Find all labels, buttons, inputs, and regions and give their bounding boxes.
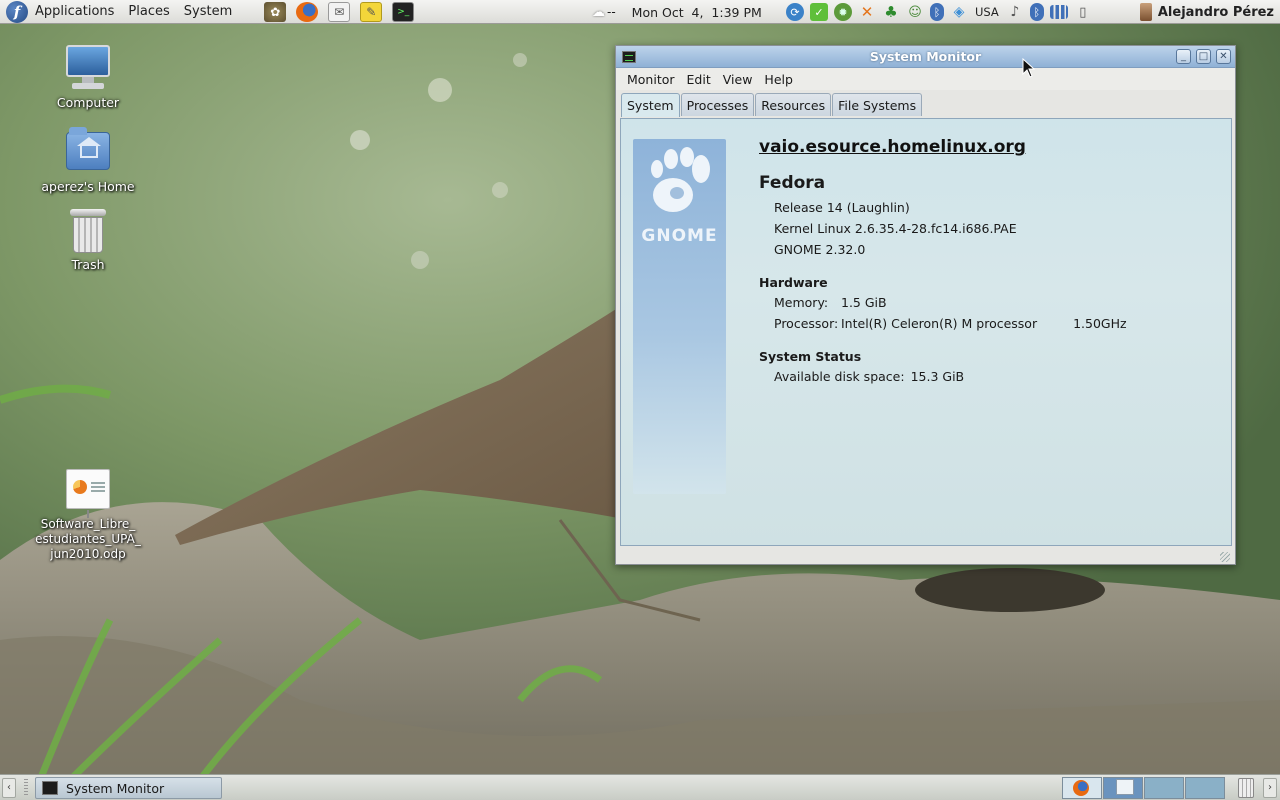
system-tray: ⟳ ✓ ✹ ✕ ♣ ☺ ᛒ ◈ USA ♪ ᛒ ▯ bbox=[783, 0, 1095, 24]
menu-edit[interactable]: Edit bbox=[681, 72, 717, 87]
memory-label: Memory: bbox=[774, 295, 829, 310]
window-title: System Monitor bbox=[869, 49, 982, 64]
desktop-icon-trash[interactable]: Trash bbox=[33, 209, 143, 272]
disk-space-row: Available disk space: 15.3 GiB bbox=[774, 366, 1127, 387]
kernel-info: Kernel Linux 2.6.35.4-28.fc14.i686.PAE bbox=[774, 221, 1017, 236]
disk-space-label: Available disk space: bbox=[774, 369, 905, 384]
weather-text: -- bbox=[607, 5, 616, 19]
window-titlebar[interactable]: System Monitor _ □ ✕ bbox=[616, 46, 1235, 68]
gnome-version: GNOME 2.32.0 bbox=[774, 242, 866, 257]
signal-bars-icon[interactable] bbox=[1049, 5, 1068, 19]
system-monitor-task-icon bbox=[42, 781, 58, 795]
trash-icon bbox=[70, 209, 106, 253]
processor-speed: 1.50GHz bbox=[1073, 316, 1127, 331]
bluetooth-2-icon[interactable]: ᛒ bbox=[1029, 3, 1044, 21]
resize-grip-icon[interactable] bbox=[1220, 552, 1230, 562]
memory-row: Memory: 1.5 GiB bbox=[774, 292, 1127, 313]
workspace-switcher bbox=[1062, 777, 1226, 799]
window-menubar: Monitor Edit View Help bbox=[616, 68, 1235, 90]
presentation-file-icon bbox=[66, 469, 110, 518]
taskbar-button-system-monitor[interactable]: System Monitor bbox=[35, 777, 222, 799]
settings-gear-icon[interactable]: ✹ bbox=[834, 3, 852, 21]
computer-icon bbox=[64, 45, 112, 91]
desktop-icon-label: Trash bbox=[71, 257, 105, 272]
firefox-mini-icon bbox=[1073, 780, 1089, 796]
panel-trash-icon[interactable] bbox=[1238, 778, 1254, 798]
gnome-foot-icon bbox=[651, 147, 710, 212]
fedora-logo-icon[interactable]: f bbox=[6, 0, 28, 23]
menu-help[interactable]: Help bbox=[758, 72, 799, 87]
desktop-icon-presentation[interactable]: Software_Libre_ estudiantes_UPA_ jun2010… bbox=[33, 469, 143, 562]
menu-places[interactable]: Places bbox=[121, 4, 176, 19]
tab-file-systems[interactable]: File Systems bbox=[832, 93, 923, 116]
security-check-icon[interactable]: ✓ bbox=[810, 3, 828, 21]
user-avatar-icon[interactable] bbox=[1139, 3, 1152, 21]
notes-icon[interactable]: ✎ bbox=[360, 1, 383, 22]
bluetooth-icon[interactable]: ᛒ bbox=[930, 3, 944, 21]
dropbox-icon[interactable]: ◈ bbox=[950, 3, 968, 21]
tab-processes[interactable]: Processes bbox=[680, 93, 755, 116]
bottom-panel: ‹ System Monitor › bbox=[0, 774, 1280, 800]
hostname: vaio.esource.homelinux.org bbox=[759, 137, 1026, 157]
tab-bar: System Processes Resources File Systems bbox=[616, 92, 1235, 117]
desktop-icon-label: Software_Libre_ estudiantes_UPA_ jun2010… bbox=[35, 517, 141, 561]
menu-applications[interactable]: Applications bbox=[28, 4, 121, 19]
tree-icon[interactable]: ♣ bbox=[882, 3, 900, 21]
desktop-icon-label: aperez's Home bbox=[41, 179, 135, 194]
processor-value: Intel(R) Celeron(R) M processor bbox=[841, 316, 1038, 331]
minimize-button[interactable]: _ bbox=[1176, 49, 1191, 64]
memory-value: 1.5 GiB bbox=[841, 295, 887, 310]
system-tab-panel: GNOME vaio.esource.homelinux.org Fedora … bbox=[620, 118, 1232, 546]
home-folder-icon bbox=[66, 127, 110, 170]
user-name[interactable]: Alejandro Pérez bbox=[1158, 5, 1274, 20]
hardware-heading: Hardware bbox=[759, 275, 828, 290]
release-info: Release 14 (Laughlin) bbox=[774, 200, 910, 215]
battery-icon[interactable]: ▯ bbox=[1074, 3, 1092, 21]
maximize-button[interactable]: □ bbox=[1196, 49, 1211, 64]
workspace-2[interactable] bbox=[1103, 777, 1143, 799]
keyboard-layout-indicator[interactable]: USA bbox=[975, 5, 999, 19]
close-button[interactable]: ✕ bbox=[1216, 49, 1231, 64]
distro-name: Fedora bbox=[759, 173, 826, 193]
gnome-banner: GNOME bbox=[633, 139, 726, 494]
window-status-strip bbox=[620, 546, 1232, 564]
disk-space-value: 15.3 GiB bbox=[910, 369, 965, 384]
system-info: vaio.esource.homelinux.org Fedora Releas… bbox=[759, 137, 1127, 387]
tab-system[interactable]: System bbox=[621, 93, 680, 117]
gimp-icon[interactable]: ✿ bbox=[264, 1, 287, 22]
tab-resources[interactable]: Resources bbox=[755, 93, 832, 116]
firefox-icon[interactable] bbox=[296, 1, 319, 22]
clock[interactable]: Mon Oct 4, 1:39 PM bbox=[632, 5, 762, 20]
show-desktop-left-arrow[interactable]: ‹ bbox=[2, 778, 16, 798]
mail-icon[interactable]: ✉ bbox=[328, 1, 351, 22]
desktop-icon-computer[interactable]: Computer bbox=[33, 45, 143, 110]
workspace-1[interactable] bbox=[1062, 777, 1102, 799]
menu-system[interactable]: System bbox=[177, 4, 239, 19]
show-desktop-right-arrow[interactable]: › bbox=[1263, 778, 1277, 798]
system-monitor-window: System Monitor _ □ ✕ Monitor Edit View H… bbox=[615, 45, 1236, 565]
terminal-icon[interactable]: >_ bbox=[392, 1, 415, 22]
gnome-logo-text: GNOME bbox=[641, 226, 718, 246]
update-icon[interactable]: ⟳ bbox=[786, 3, 804, 21]
network-users-icon[interactable]: ☺ bbox=[906, 3, 924, 21]
workspace-4[interactable] bbox=[1185, 777, 1225, 799]
menu-monitor[interactable]: Monitor bbox=[621, 72, 681, 87]
panel-handle[interactable] bbox=[24, 779, 28, 797]
volume-icon[interactable]: ♪ bbox=[1006, 3, 1024, 21]
menu-view[interactable]: View bbox=[717, 72, 759, 87]
processor-label: Processor: bbox=[774, 316, 839, 331]
processor-row: Processor: Intel(R) Celeron(R) M process… bbox=[774, 313, 1127, 334]
crossed-tools-icon[interactable]: ✕ bbox=[858, 3, 876, 21]
mouse-pointer-icon bbox=[1022, 58, 1036, 78]
weather-icon[interactable]: ☁ bbox=[592, 5, 605, 20]
taskbar-label: System Monitor bbox=[66, 780, 165, 796]
desktop-icon-label: Computer bbox=[56, 95, 120, 110]
top-panel: f Applications Places System ✿ ✉ ✎ >_ ☁ … bbox=[0, 0, 1280, 24]
system-status-heading: System Status bbox=[759, 349, 862, 364]
workspace-3[interactable] bbox=[1144, 777, 1184, 799]
desktop-icon-home[interactable]: aperez's Home bbox=[33, 127, 143, 194]
